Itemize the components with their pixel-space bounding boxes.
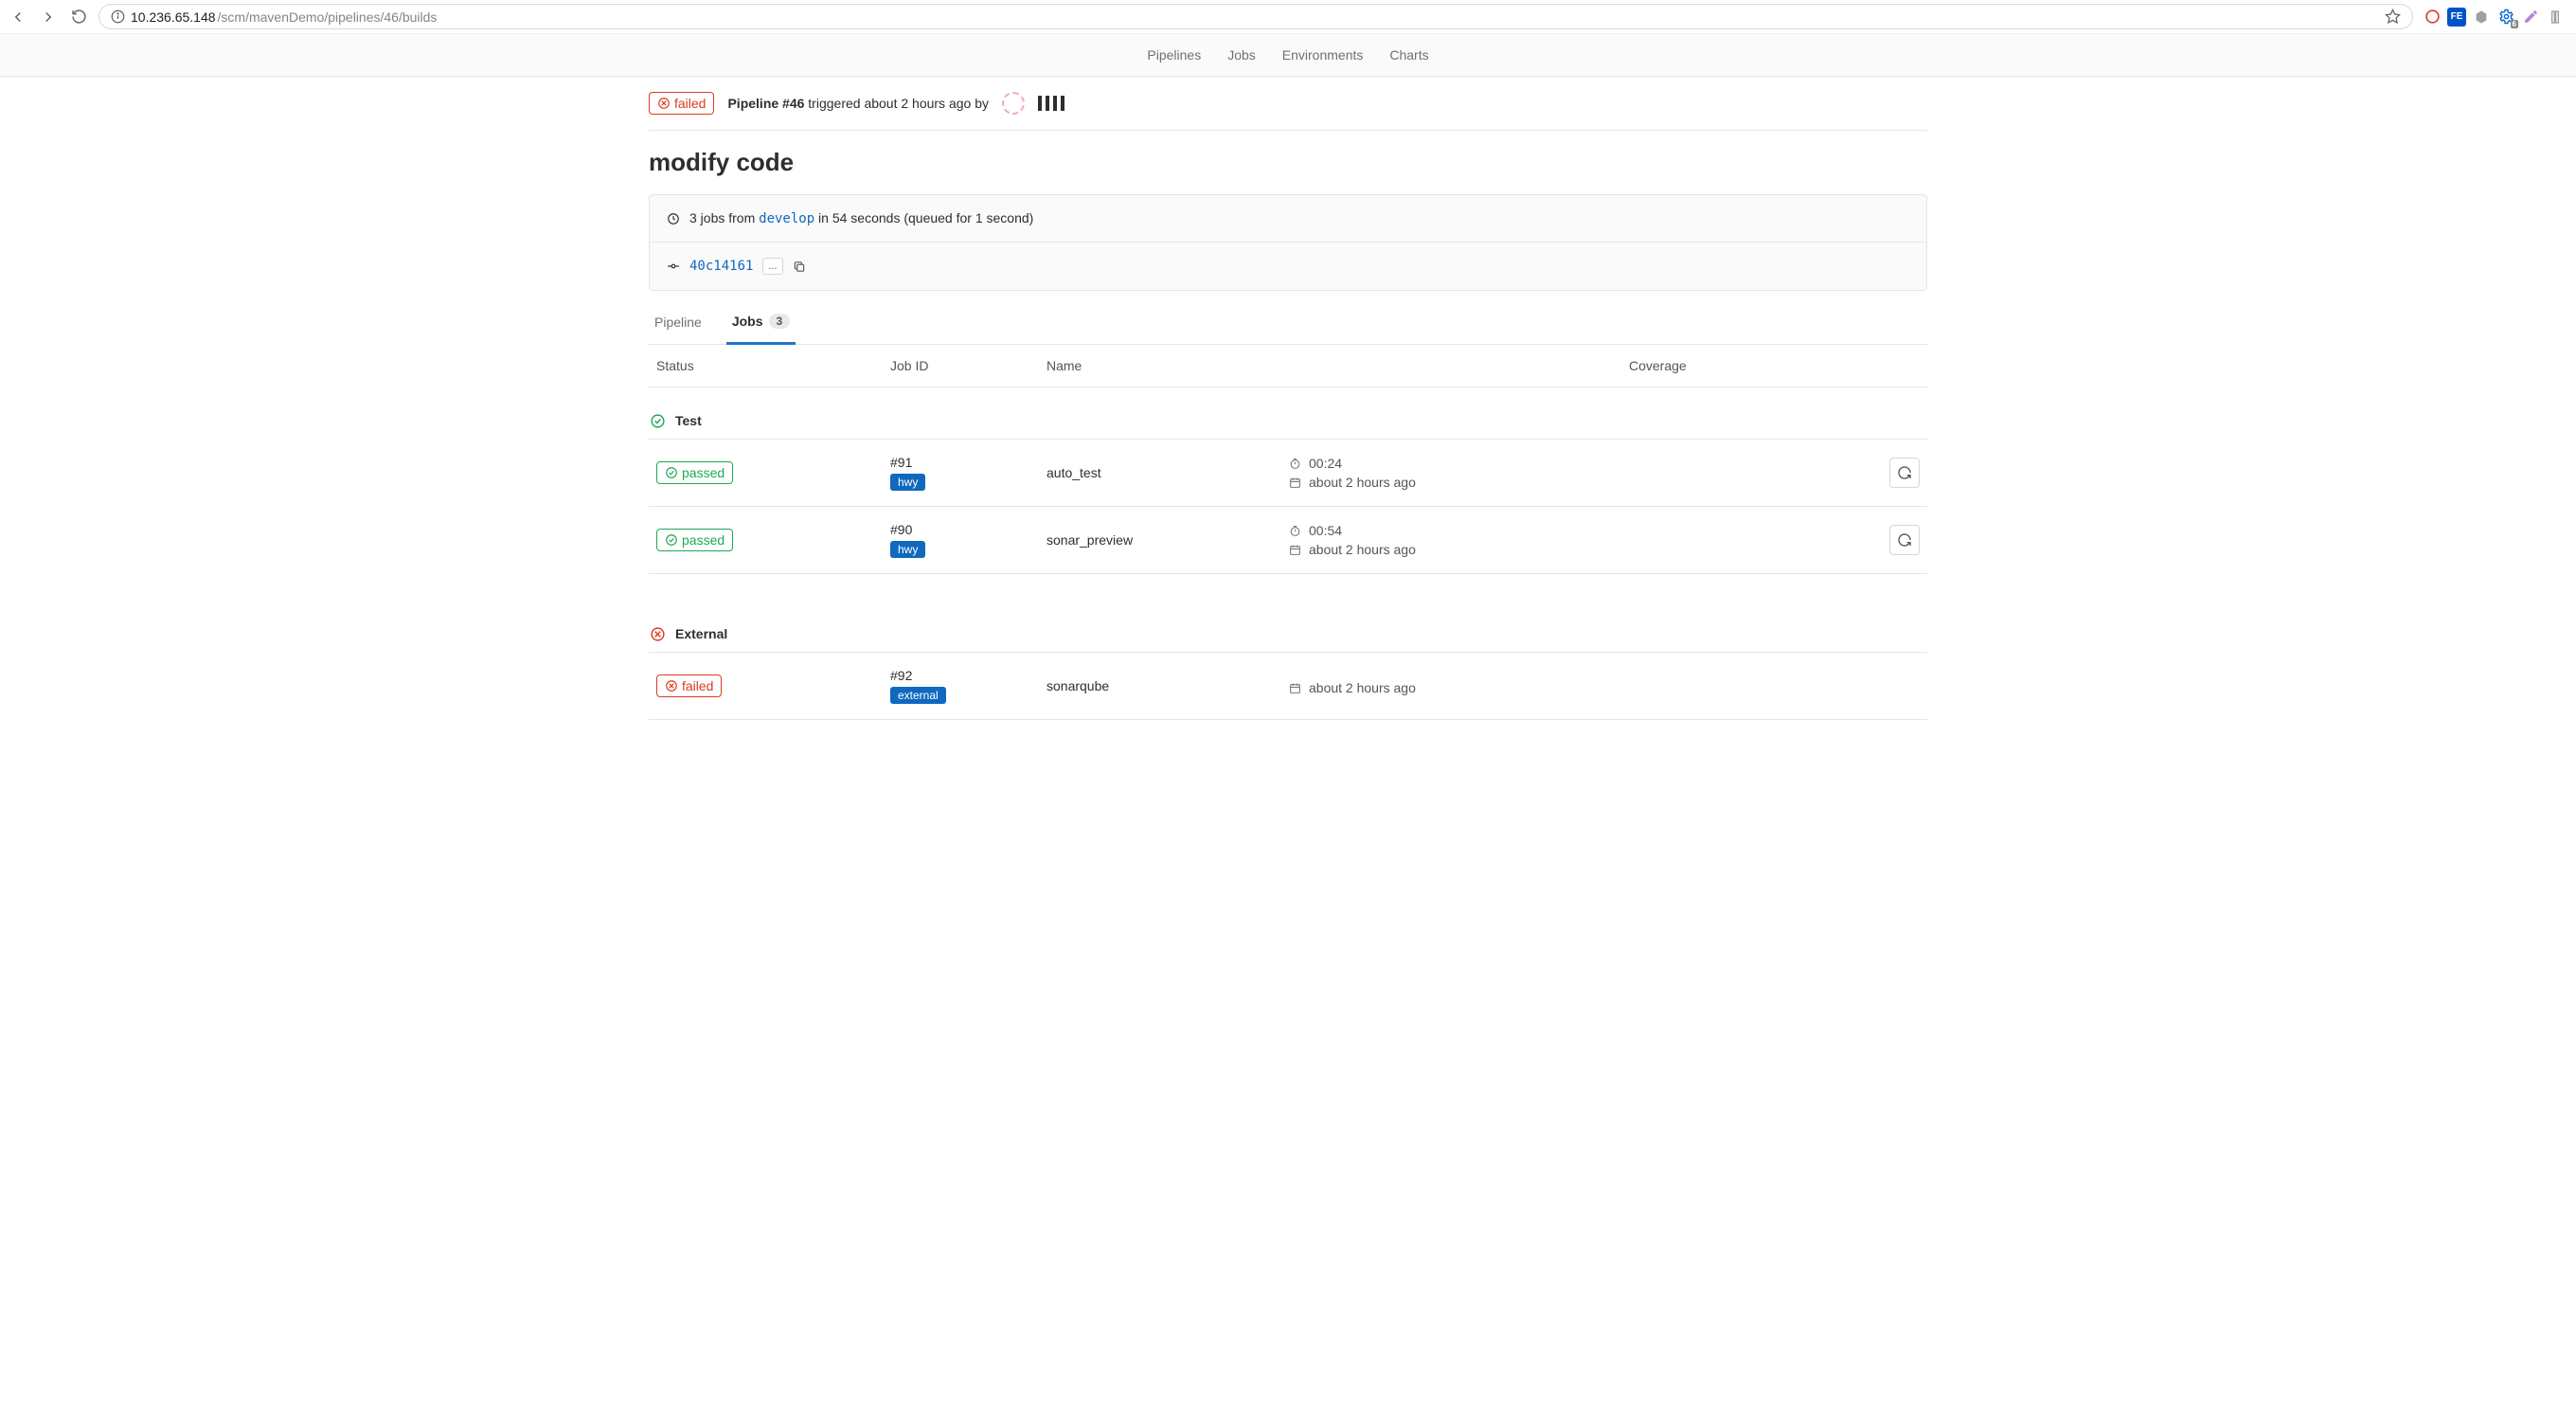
bookmark-star-icon[interactable] [2385, 9, 2401, 25]
clock-icon [667, 212, 680, 225]
job-status-badge[interactable]: passed [656, 529, 733, 551]
avatar[interactable] [1002, 92, 1025, 115]
col-status: Status [649, 358, 890, 373]
avatar[interactable] [1038, 96, 1068, 111]
col-job-id: Job ID [890, 358, 1046, 373]
reload-button[interactable] [68, 7, 89, 27]
back-button[interactable] [8, 7, 28, 27]
tabs: Pipeline Jobs 3 [649, 300, 1927, 345]
info-commit-row: 40c14161 ... [650, 242, 1926, 290]
forward-button[interactable] [38, 7, 59, 27]
badge-count: 6 [2511, 20, 2518, 28]
site-info-icon[interactable] [111, 9, 125, 24]
job-when: about 2 hours ago [1288, 475, 1629, 490]
job-name[interactable]: sonar_preview [1046, 532, 1288, 548]
stage-status-icon [649, 625, 666, 642]
col-times [1288, 358, 1629, 373]
calendar-icon [1288, 681, 1301, 694]
nav-environments[interactable]: Environments [1282, 47, 1364, 63]
stopwatch-icon [1288, 457, 1301, 470]
extension-icon[interactable]: FE [2447, 8, 2466, 27]
address-bar[interactable]: 10.236.65.148/scm/mavenDemo/pipelines/46… [98, 4, 2413, 29]
calendar-icon [1288, 476, 1301, 489]
extension-icon[interactable] [2472, 8, 2491, 27]
browser-toolbar: 10.236.65.148/scm/mavenDemo/pipelines/46… [0, 0, 2576, 34]
extension-icon[interactable] [2546, 8, 2565, 27]
nav-jobs[interactable]: Jobs [1227, 47, 1256, 63]
copy-icon[interactable] [793, 260, 806, 273]
nav-pipelines[interactable]: Pipelines [1147, 47, 1201, 63]
job-when: about 2 hours ago [1288, 542, 1629, 557]
job-status-badge[interactable]: passed [656, 461, 733, 484]
extension-icon[interactable]: 6 [2496, 8, 2515, 27]
url-text: 10.236.65.148/scm/mavenDemo/pipelines/46… [131, 9, 2379, 25]
pipeline-trigger-text: Pipeline #46 triggered about 2 hours ago… [727, 96, 989, 111]
commit-sha-link[interactable]: 40c14161 [689, 259, 753, 274]
job-row: failed #92 external sonarqube about 2 ho… [649, 653, 1927, 720]
pipeline-status-badge: failed [649, 92, 714, 115]
extension-icon[interactable] [2423, 8, 2442, 27]
tab-pipeline[interactable]: Pipeline [649, 300, 707, 344]
jobs-summary-text: 3 jobs from develop in 54 seconds (queue… [689, 210, 1033, 226]
top-nav: Pipelines Jobs Environments Charts [0, 34, 2576, 76]
tab-jobs[interactable]: Jobs 3 [726, 300, 796, 345]
jobs-count-badge: 3 [769, 314, 791, 329]
pipeline-info-box: 3 jobs from develop in 54 seconds (queue… [649, 194, 1927, 291]
calendar-icon [1288, 543, 1301, 556]
job-name[interactable]: auto_test [1046, 465, 1288, 480]
runner-tag: external [890, 687, 946, 704]
stage-status-icon [649, 412, 666, 429]
col-coverage: Coverage [1629, 358, 1870, 373]
extension-icon[interactable] [2521, 8, 2540, 27]
job-id[interactable]: #91 [890, 455, 1046, 470]
commit-icon [667, 260, 680, 273]
runner-tag: hwy [890, 474, 925, 491]
job-name[interactable]: sonarqube [1046, 678, 1288, 693]
stopwatch-icon [1288, 524, 1301, 537]
col-name: Name [1046, 358, 1288, 373]
table-header: Status Job ID Name Coverage [649, 345, 1927, 387]
stage-name: External [675, 626, 727, 641]
job-id[interactable]: #90 [890, 522, 1046, 537]
extensions-row: FE 6 [2423, 8, 2568, 27]
pipeline-meta-row: failed Pipeline #46 triggered about 2 ho… [649, 77, 1927, 131]
app-header: Pipelines Jobs Environments Charts [0, 34, 2576, 77]
main-container: failed Pipeline #46 triggered about 2 ho… [649, 77, 1927, 720]
runner-tag: hwy [890, 541, 925, 558]
status-text: failed [674, 96, 706, 111]
page-title: modify code [649, 131, 1927, 185]
retry-button[interactable] [1889, 458, 1920, 488]
job-duration: 00:54 [1288, 523, 1629, 538]
nav-charts[interactable]: Charts [1389, 47, 1428, 63]
expand-message-button[interactable]: ... [762, 258, 782, 275]
job-when: about 2 hours ago [1288, 680, 1629, 695]
job-duration: 00:24 [1288, 456, 1629, 471]
job-row: passed #90 hwy sonar_preview 00:54 about… [649, 507, 1927, 574]
col-actions [1870, 358, 1927, 373]
tab-label: Jobs [732, 314, 763, 329]
job-status-badge[interactable]: failed [656, 675, 722, 697]
stage-header: External [649, 601, 1927, 653]
retry-button[interactable] [1889, 525, 1920, 555]
stage-header: Test [649, 387, 1927, 440]
info-jobs-summary: 3 jobs from develop in 54 seconds (queue… [650, 195, 1926, 242]
branch-link[interactable]: develop [759, 211, 814, 226]
job-row: passed #91 hwy auto_test 00:24 about 2 h… [649, 440, 1927, 507]
stage-name: Test [675, 413, 702, 428]
job-id[interactable]: #92 [890, 668, 1046, 683]
